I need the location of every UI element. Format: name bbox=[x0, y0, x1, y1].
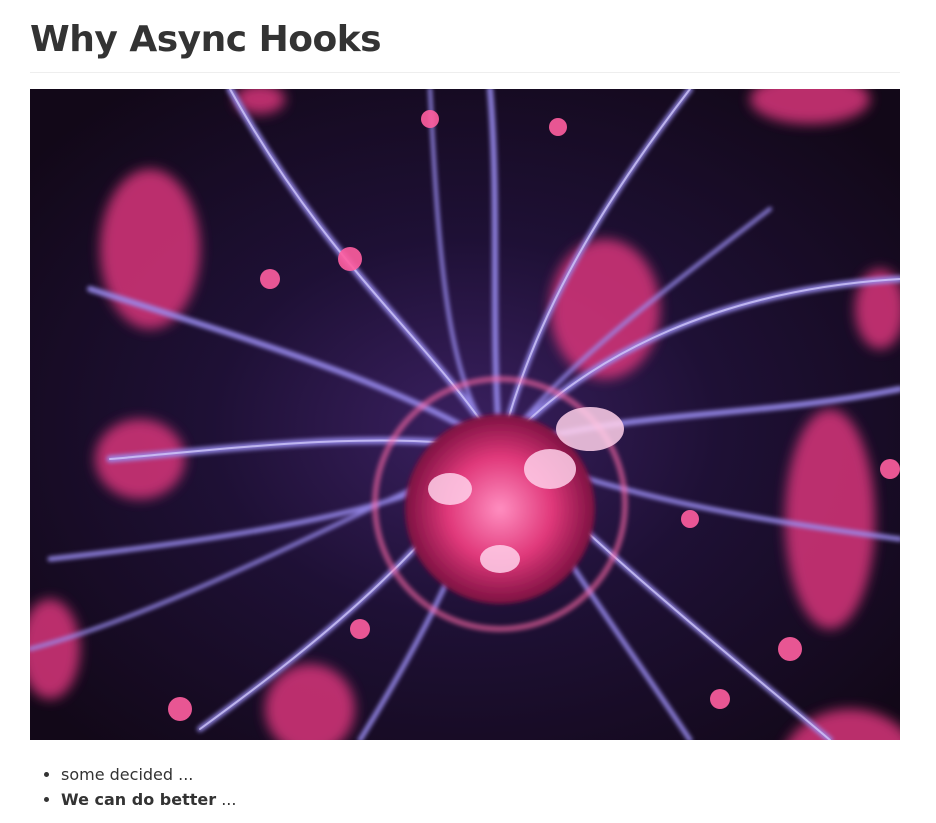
bullet-bold-text: We can do better bbox=[61, 790, 217, 809]
page-title: Why Async Hooks bbox=[30, 0, 900, 73]
bullet-text: ... bbox=[216, 790, 237, 809]
list-item: We can do better ... bbox=[61, 787, 236, 812]
bullet-text: some decided ... bbox=[61, 765, 194, 784]
slide: Why Async Hooks • some decided ... • We … bbox=[30, 0, 900, 809]
list-item: some decided ... bbox=[61, 762, 236, 787]
bullet-list: some decided ... We can do better ... bbox=[30, 762, 236, 812]
plasma-ball-image bbox=[30, 89, 900, 740]
plasma-ball-illustration bbox=[30, 89, 900, 740]
